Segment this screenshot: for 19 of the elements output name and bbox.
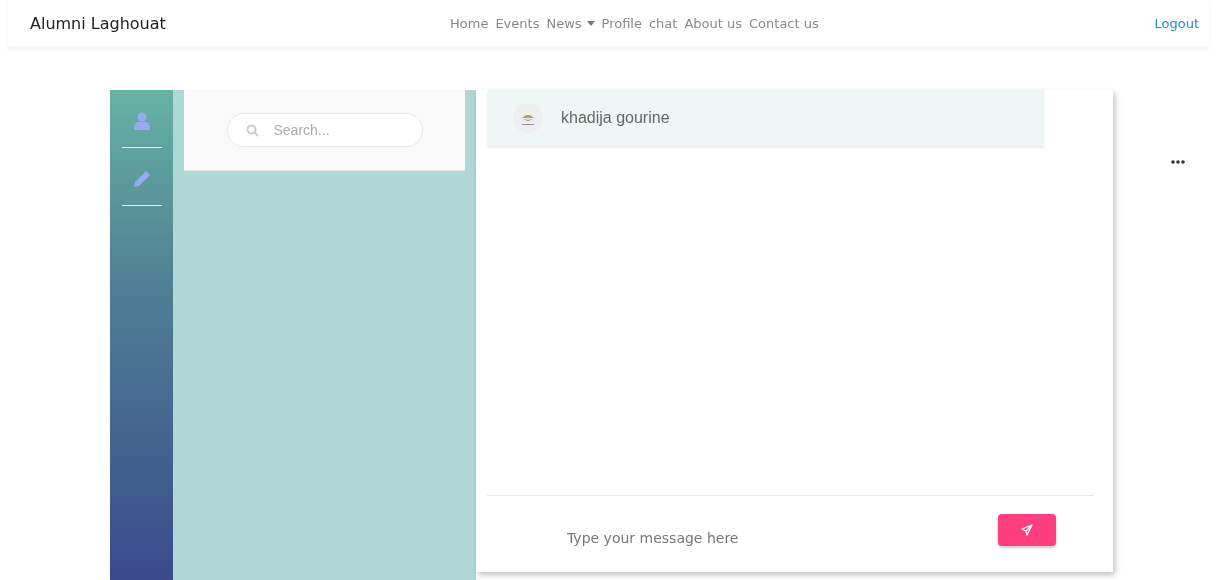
brand-name[interactable]: Alumni Laghouat [30, 13, 450, 33]
search-field[interactable]: Search... [226, 113, 423, 147]
avatar [513, 103, 543, 133]
nav-link[interactable]: chat [648, 15, 678, 31]
more-icon[interactable] [1171, 160, 1185, 164]
search-icon [245, 124, 259, 137]
nav-link[interactable]: Events [495, 15, 540, 31]
user-icon[interactable] [133, 112, 150, 130]
logout-link[interactable]: Logout [1154, 15, 1199, 31]
nav-link[interactable]: About us [684, 15, 742, 31]
nav-dropdown[interactable]: News [546, 15, 595, 31]
send-button[interactable] [998, 514, 1056, 546]
nav-link[interactable]: Home [450, 15, 489, 31]
paper-plane-icon [1021, 524, 1033, 536]
caret-icon [586, 20, 595, 26]
pencil-icon[interactable] [132, 170, 151, 188]
nav-link[interactable]: Profile [601, 15, 642, 31]
nav-link[interactable]: Contact us [749, 15, 819, 31]
contact-name: khadija gourine [561, 109, 670, 127]
